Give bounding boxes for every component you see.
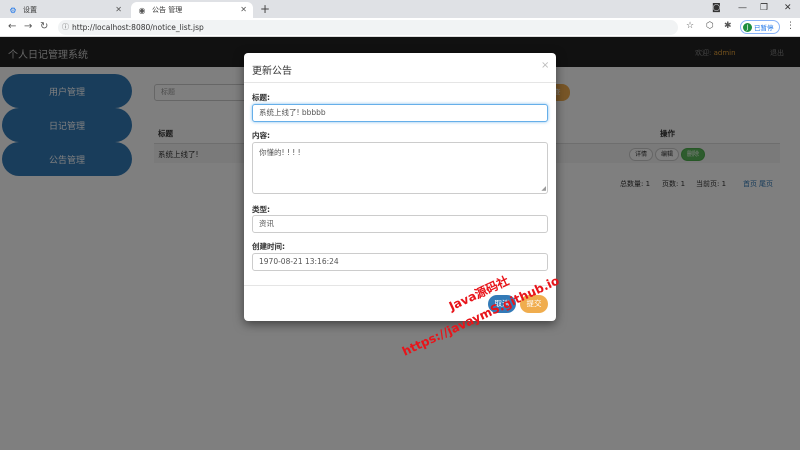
tab-search-icon[interactable]: ◙ [712,3,721,13]
reload-icon[interactable]: ↻ [40,21,48,32]
tab-label: 设置 [23,6,37,14]
content-textarea[interactable]: 你懂的! ! ! ! ◢ [252,142,548,194]
browser-tab-notice[interactable]: ◉ 公告 管理 ✕ [131,2,253,18]
close-icon[interactable]: ✕ [240,5,247,14]
profile-button[interactable]: J 已暂停 [740,20,780,34]
new-tab-icon[interactable]: + [260,2,270,16]
maximize-icon[interactable]: ❐ [760,3,768,13]
window-close-icon[interactable]: ✕ [784,3,792,13]
info-icon[interactable]: ⓘ [62,20,69,35]
divider [244,82,556,83]
extension-icon[interactable]: ⬡ [706,21,714,31]
browser-tab-bar: ⚙ 设置 ✕ ◉ 公告 管理 ✕ + ◙ — ❐ ✕ [0,0,800,18]
url-text: http://localhost:8080/notice_list.jsp [72,23,204,32]
star-icon[interactable]: ☆ [686,21,694,31]
type-field[interactable]: 资讯 [252,215,548,233]
browser-tab-settings[interactable]: ⚙ 设置 ✕ [2,2,128,18]
profile-label: 已暂停 [754,24,774,32]
title-field[interactable]: 系统上线了! bbbbb [252,104,548,122]
type-label: 类型: [252,205,270,214]
title-label: 标题: [252,93,270,102]
avatar: J [743,22,752,32]
gear-icon: ⚙ [9,5,17,15]
back-icon[interactable]: ← [8,21,16,32]
address-bar: ← → ↻ ⓘ http://localhost:8080/notice_lis… [0,18,800,37]
update-notice-modal: 更新公告 × 标题: 系统上线了! bbbbb 内容: 你懂的! ! ! ! ◢… [244,53,556,321]
puzzle-icon[interactable]: ✱ [724,21,732,31]
created-label: 创建时间: [252,242,285,251]
tab-label: 公告 管理 [152,6,183,14]
forward-icon[interactable]: → [24,21,32,32]
created-field[interactable]: 1970-08-21 13:16:24 [252,253,548,271]
close-icon[interactable]: ✕ [115,5,122,14]
close-icon[interactable]: × [541,60,549,71]
content-label: 内容: [252,131,270,140]
minimize-icon[interactable]: — [738,3,747,13]
resize-handle-icon[interactable]: ◢ [541,185,546,192]
modal-title: 更新公告 [252,66,292,77]
url-field[interactable]: ⓘ http://localhost:8080/notice_list.jsp [58,20,678,35]
content-text: 你懂的! ! ! ! [259,148,301,157]
globe-icon: ◉ [138,5,146,15]
menu-icon[interactable]: ⋮ [786,21,795,31]
